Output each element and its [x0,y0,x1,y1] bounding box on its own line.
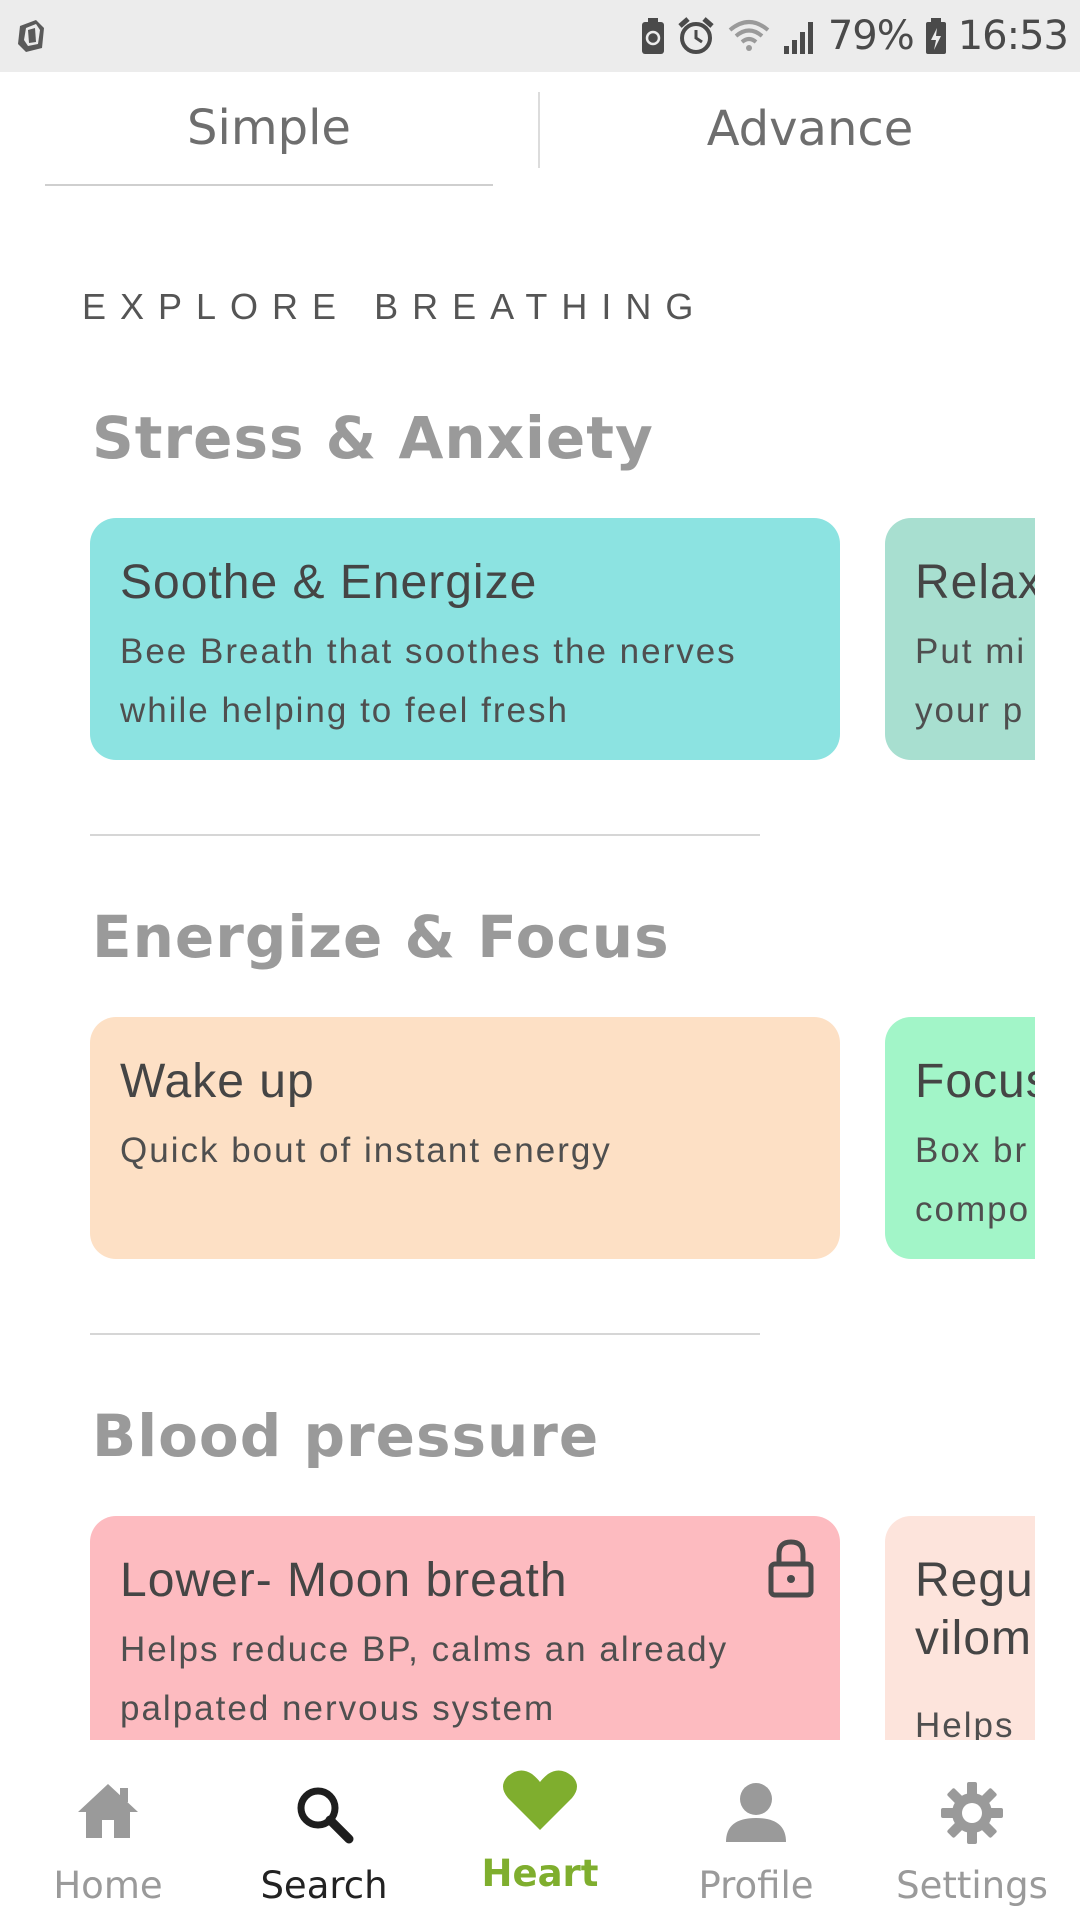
card-regulate-vilom[interactable]: Regu vilom Helps [885,1516,1035,1740]
nav-label-home: Home [53,1864,163,1907]
card-focus[interactable]: Focus Box br compo [885,1017,1035,1259]
nav-label-heart: Heart [481,1852,599,1895]
battery-saver-icon [641,18,664,54]
card-wake-up[interactable]: Wake up Quick bout of instant energy [90,1017,840,1259]
card-title: Wake up [120,1055,315,1108]
tab-advance[interactable]: Advance [540,72,1080,186]
explore-breathing-label: EXPLORE BREATHING [82,286,708,327]
card-row-blood-pressure[interactable]: Lower- Moon breath Helps reduce BP, calm… [90,1516,1035,1740]
nav-home[interactable]: Home [0,1740,216,1920]
card-description: Quick bout of instant energy [120,1131,612,1170]
bottom-navigation: Home Search Heart Profile Settings [0,1740,1080,1920]
section-divider [90,1333,760,1335]
card-row-stress-anxiety[interactable]: Soothe & Energize Bee Breath that soothe… [90,518,1035,762]
clock: 16:53 [957,13,1069,59]
nav-search[interactable]: Search [216,1740,432,1920]
nav-label-settings: Settings [896,1864,1048,1907]
card-title: Lower- Moon breath [120,1554,568,1607]
nav-heart[interactable]: Heart [432,1740,648,1920]
battery-percent: 79% [827,13,915,59]
mode-tabs: Simple Advance [0,72,1080,192]
card-title: Relax [915,556,1035,609]
home-icon [78,1784,138,1838]
card-description: Helps [915,1706,1015,1740]
signal-icon [783,22,813,54]
profile-icon [726,1783,786,1842]
search-icon [297,1787,354,1844]
nav-label-profile: Profile [698,1864,814,1907]
nav-label-search: Search [260,1864,388,1907]
nav-settings[interactable]: Settings [864,1740,1080,1920]
card-description: Put mi your p [915,632,1027,730]
heart-icon [503,1770,577,1830]
section-title-blood-pressure: Blood pressure [92,1402,600,1470]
status-bar: 79% 16:53 [0,0,1080,72]
section-divider [90,834,760,836]
card-title: Soothe & Energize [120,556,538,609]
lock-icon [768,1539,814,1598]
card-description: Helps reduce BP, calms an already palpat… [120,1630,729,1728]
card-lower-moon-breath[interactable]: Lower- Moon breath Helps reduce BP, calm… [90,1516,840,1740]
app-notification-icon [18,20,44,52]
wifi-icon [728,20,770,51]
section-title-stress-anxiety: Stress & Anxiety [92,404,654,472]
battery-icon [925,18,946,54]
tab-simple[interactable]: Simple [45,72,493,186]
nav-profile[interactable]: Profile [648,1740,864,1920]
card-relax[interactable]: Relax Put mi your p [885,518,1035,760]
alarm-icon [678,17,714,54]
card-row-energize-focus[interactable]: Wake up Quick bout of instant energy Foc… [90,1017,1035,1261]
card-soothe-energize[interactable]: Soothe & Energize Bee Breath that soothe… [90,518,840,760]
settings-icon [941,1782,1003,1844]
card-description: Bee Breath that soothes the nerves while… [120,632,737,730]
card-title: Focus [915,1055,1035,1108]
card-title: Regu vilom [915,1554,1034,1665]
card-description: Box br compo [915,1131,1031,1229]
section-title-energize-focus: Energize & Focus [92,903,670,971]
